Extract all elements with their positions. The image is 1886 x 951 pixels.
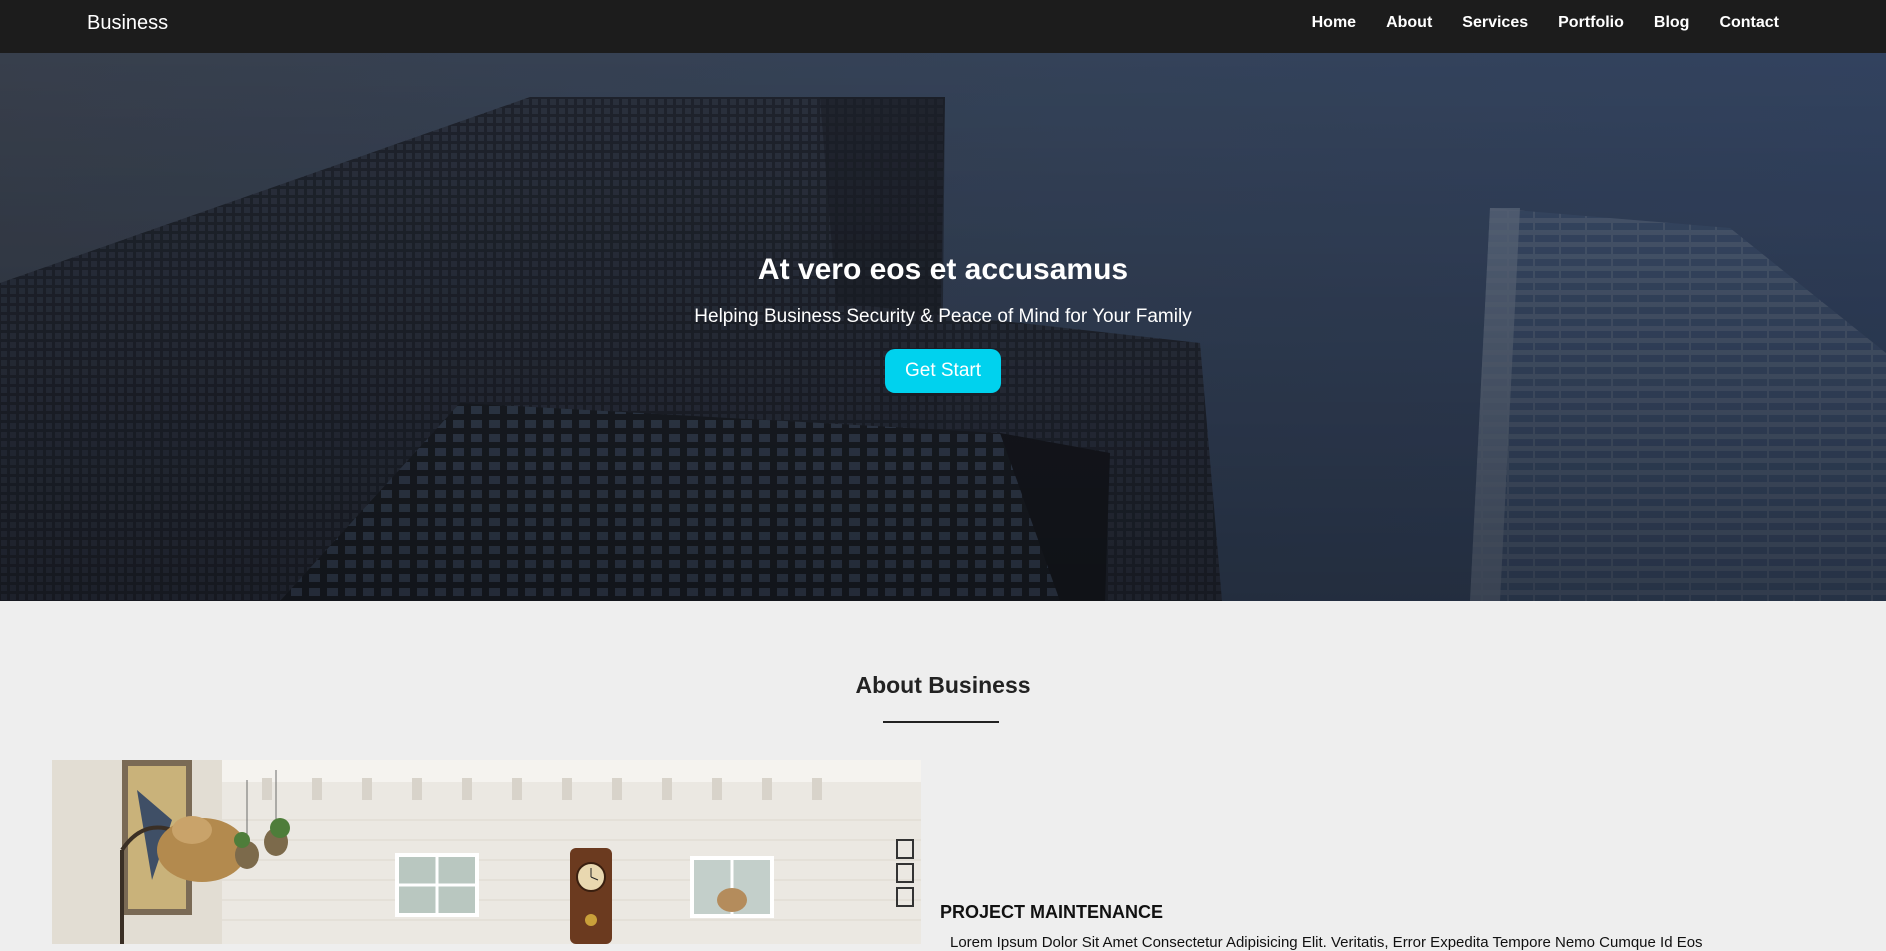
hero-content: At vero eos et accusamus Helping Busines… <box>0 253 1886 393</box>
project-maintenance-text: Lorem Ipsum Dolor Sit Amet Consectetur A… <box>950 934 1703 951</box>
nav-link-portfolio[interactable]: Portfolio <box>1558 14 1624 32</box>
nav-link-contact[interactable]: Contact <box>1719 14 1779 32</box>
hero-section: At vero eos et accusamus Helping Busines… <box>0 53 1886 601</box>
about-section-title: About Business <box>855 672 1031 698</box>
nav-link-services[interactable]: Services <box>1462 14 1528 32</box>
get-start-button[interactable]: Get Start <box>884 349 1002 393</box>
nav-links: Home About Services Portfolio Blog Conta… <box>1282 14 1779 32</box>
nav-link-home[interactable]: Home <box>1312 14 1356 32</box>
hero-subtitle: Helping Business Security & Peace of Min… <box>694 306 1192 327</box>
brand-logo[interactable]: Business <box>87 12 168 35</box>
interior-room-photo <box>52 760 921 944</box>
navbar: Business Home About Services Portfolio B… <box>0 0 1886 53</box>
hero-title: At vero eos et accusamus <box>757 253 1129 286</box>
nav-link-about[interactable]: About <box>1386 14 1432 32</box>
nav-link-blog[interactable]: Blog <box>1654 14 1690 32</box>
about-image <box>52 760 921 944</box>
project-maintenance-title: PROJECT MAINTENANCE <box>940 902 1164 922</box>
title-underline-divider <box>883 721 999 723</box>
